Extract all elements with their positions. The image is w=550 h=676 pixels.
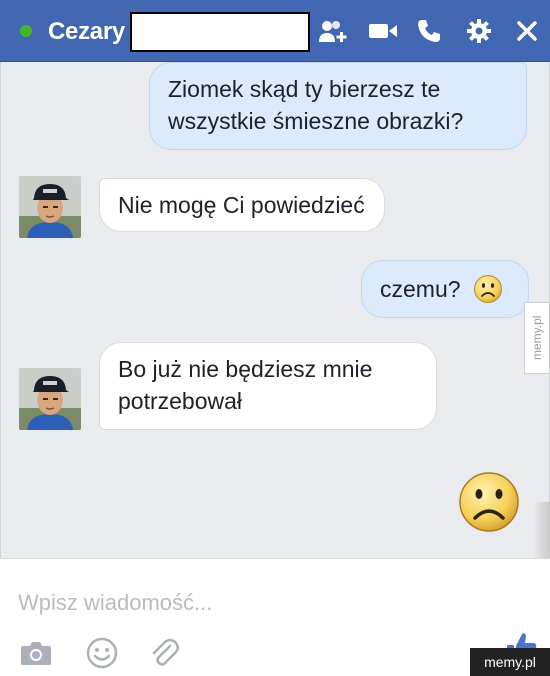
contact-avatar[interactable] [19, 368, 81, 430]
add-person-icon[interactable] [318, 17, 348, 45]
watermark-side: memy.pl [524, 302, 550, 374]
contact-name[interactable]: Cezary [48, 18, 125, 46]
message-text: Ziomek skąd ty bierzesz te [168, 76, 441, 102]
contact-avatar[interactable] [19, 176, 81, 238]
close-icon[interactable] [512, 17, 542, 45]
message-composer [0, 558, 550, 676]
sad-face-icon [473, 275, 502, 303]
online-status-dot [20, 25, 32, 37]
camera-icon[interactable] [18, 635, 54, 671]
chat-header: Cezary [0, 0, 550, 62]
redaction-box [130, 12, 310, 52]
message-text: Nie mogę Ci powiedzieć [118, 192, 365, 218]
watermark-corner: memy.pl [470, 648, 550, 676]
message-text: Bo już nie będziesz mnie [118, 356, 373, 382]
message-bubble-outgoing[interactable]: Ziomek skąd ty bierzesz te wszystkie śmi… [149, 62, 527, 150]
message-bubble-incoming[interactable]: Nie mogę Ci powiedzieć [99, 178, 385, 232]
message-text: wszystkie śmieszne obrazki? [168, 108, 464, 134]
message-text: potrzebował [118, 388, 243, 414]
phone-icon[interactable] [414, 17, 444, 45]
message-input[interactable] [18, 587, 458, 619]
conversation-area[interactable]: Ziomek skąd ty bierzesz te wszystkie śmi… [0, 62, 550, 612]
message-bubble-incoming[interactable]: Bo już nie będziesz mnie potrzebował [99, 342, 437, 430]
message-bubble-outgoing[interactable]: czemu? [361, 260, 529, 318]
sad-face-large-icon[interactable] [457, 470, 521, 534]
paperclip-icon[interactable] [146, 635, 182, 671]
message-text: czemu? [380, 276, 461, 302]
video-camera-icon[interactable] [368, 17, 398, 45]
smiley-icon[interactable] [84, 635, 120, 671]
gear-icon[interactable] [464, 17, 494, 45]
